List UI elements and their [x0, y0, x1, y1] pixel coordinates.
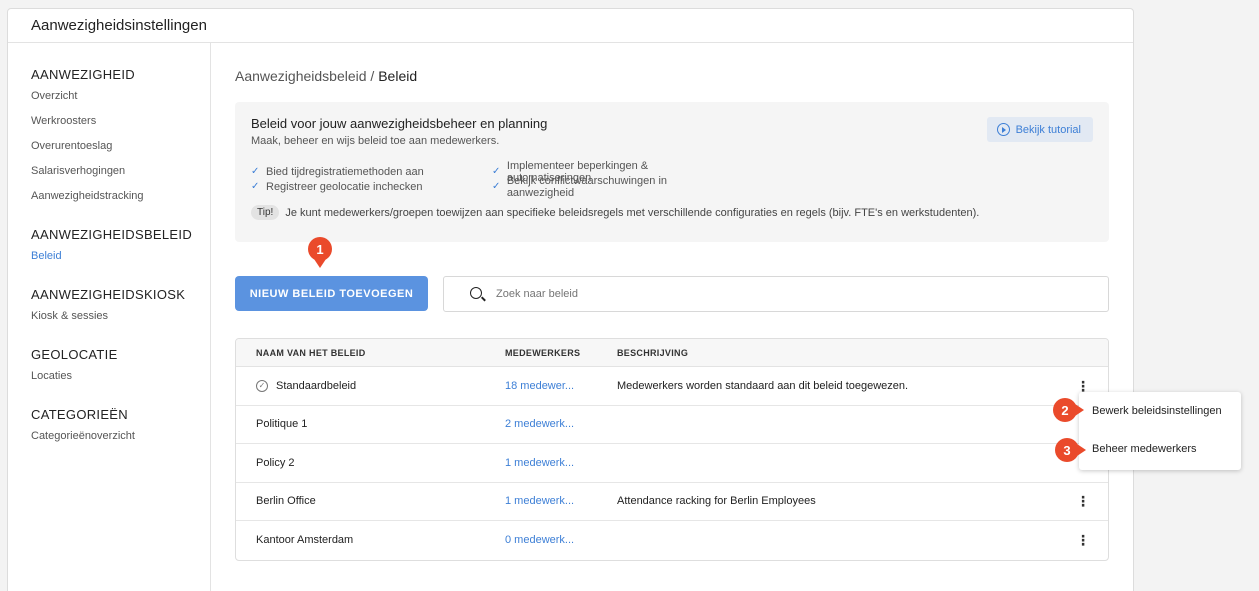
- tip-badge: Tip!: [251, 205, 280, 220]
- search-box[interactable]: [443, 276, 1109, 312]
- tip-text: Je kunt medewerkers/groepen toewijzen aa…: [285, 206, 980, 219]
- sidebar-item-werkroosters[interactable]: Werkroosters: [31, 114, 210, 139]
- feature-checklist: ✓ Bied tijdregistratiemethoden aan ✓ Regis…: [251, 160, 1093, 199]
- step-marker-2: 2: [1053, 398, 1084, 422]
- tutorial-label: Bekijk tutorial: [1015, 123, 1081, 136]
- step-marker-1: 1: [308, 237, 332, 268]
- employees-link[interactable]: 1 medewerk...: [486, 495, 617, 507]
- policy-description: Medewerkers worden standaard aan dit bel…: [617, 379, 909, 392]
- action-row: NIEUW BELEID TOEVOEGEN: [235, 276, 1110, 312]
- employees-link[interactable]: 0 medewerk...: [486, 534, 617, 546]
- table-row[interactable]: Policy 2 1 medewerk...: [236, 444, 1108, 483]
- sidebar-group-kiosk: AANWEZIGHEIDSKIOSK Kiosk & sessies: [31, 287, 210, 334]
- table-row[interactable]: Politique 1 2 medewerk...: [236, 406, 1108, 444]
- check-item: ✓ Bied tijdregistratiemethoden aan: [251, 164, 492, 179]
- sidebar-item-beleid[interactable]: Beleid: [31, 249, 210, 274]
- policy-name: Standaardbeleid: [276, 379, 357, 392]
- checkmark-icon: ✓: [492, 166, 501, 177]
- check-label: Bied tijdregistratiemethoden aan: [266, 165, 424, 178]
- table-row[interactable]: Berlin Office 1 medewerk... Attendance r…: [236, 483, 1108, 521]
- search-input[interactable]: [496, 288, 896, 300]
- sidebar-item-overzicht[interactable]: Overzicht: [31, 89, 210, 114]
- menu-item-manage-employees[interactable]: Beheer medewerkers: [1079, 430, 1241, 468]
- policy-name-cell: ✓ Standaardbeleid: [236, 379, 486, 392]
- sidebar-heading: AANWEZIGHEIDSKIOSK: [31, 287, 186, 302]
- checkmark-icon: ✓: [251, 166, 260, 177]
- tip-row: Tip! Je kunt medewerkers/groepen toewijz…: [251, 205, 1093, 220]
- new-policy-button[interactable]: NIEUW BELEID TOEVOEGEN: [235, 276, 428, 311]
- sidebar-item-kiosk[interactable]: Kiosk & sessies: [31, 309, 210, 334]
- policy-name: Berlin Office: [256, 495, 316, 508]
- policy-name: Politique 1: [256, 418, 308, 431]
- more-options-icon[interactable]: ⋮: [1076, 533, 1090, 547]
- employees-link[interactable]: 2 medewerk...: [486, 418, 617, 430]
- info-title: Beleid voor jouw aanwezigheidsbeheer en …: [251, 116, 548, 131]
- breadcrumb-current: Beleid: [378, 68, 418, 84]
- main-content: Aanwezigheidsbeleid / Beleid Beleid voor…: [235, 43, 1110, 561]
- sidebar: AANWEZIGHEID Overzicht Werkroosters Over…: [8, 43, 211, 591]
- search-icon: [470, 287, 482, 299]
- tutorial-button[interactable]: Bekijk tutorial: [986, 117, 1093, 142]
- more-options-icon[interactable]: ⋮: [1076, 379, 1090, 393]
- sidebar-item-categorieenoverzicht[interactable]: Categorieënoverzicht: [31, 429, 210, 454]
- sidebar-item-locaties[interactable]: Locaties: [31, 369, 210, 394]
- check-item: ✓ Bekijk conflictwaarschuwingen in aanwez…: [492, 175, 733, 199]
- sidebar-group-aanwezigheid: AANWEZIGHEID Overzicht Werkroosters Over…: [31, 67, 210, 214]
- checkmark-icon: ✓: [251, 181, 260, 192]
- policy-table: NAAM VAN HET BELEID MEDEWERKERS BESCHRIJ…: [235, 338, 1109, 561]
- row-context-menu: Bewerk beleidsinstellingen Beheer medewe…: [1079, 392, 1241, 470]
- checklist-column: ✓ Bied tijdregistratiemethoden aan ✓ Regis…: [251, 164, 492, 194]
- play-circle-icon: [996, 123, 1010, 136]
- check-label: Registreer geolocatie inchecken: [266, 180, 423, 193]
- employees-link[interactable]: 18 medewer...: [486, 380, 617, 392]
- info-box: Beleid voor jouw aanwezigheidsbeheer en …: [235, 102, 1109, 242]
- breadcrumb: Aanwezigheidsbeleid / Beleid: [235, 68, 1110, 84]
- column-header-employees[interactable]: MEDEWERKERS: [486, 348, 617, 358]
- default-check-icon: ✓: [256, 379, 268, 392]
- sidebar-heading: GEOLOCATIE: [31, 347, 118, 362]
- table-row[interactable]: Kantoor Amsterdam 0 medewerk... ⋮: [236, 521, 1108, 560]
- policy-name: Policy 2: [256, 456, 295, 469]
- sidebar-group-categorieen: CATEGORIEËN Categorieënoverzicht: [31, 407, 210, 454]
- sidebar-item-salarisverhogingen[interactable]: Salarisverhogingen: [31, 164, 210, 189]
- settings-card: Aanwezigheidsinstellingen AANWEZIGHEID O…: [7, 8, 1134, 591]
- column-header-name[interactable]: NAAM VAN HET BELEID: [236, 348, 486, 358]
- sidebar-heading: AANWEZIGHEIDSBELEID: [31, 227, 193, 242]
- sidebar-group-beleid: AANWEZIGHEIDSBELEID Beleid: [31, 227, 210, 274]
- sidebar-heading: AANWEZIGHEID: [31, 67, 135, 82]
- sidebar-item-aanwezigheidstracking[interactable]: Aanwezigheidstracking: [31, 189, 210, 214]
- step-marker-3: 3: [1055, 438, 1086, 462]
- table-row[interactable]: ✓ Standaardbeleid 18 medewer... Medewerk…: [236, 367, 1108, 406]
- window-title: Aanwezigheidsinstellingen: [8, 9, 1133, 43]
- breadcrumb-separator: /: [366, 68, 379, 84]
- sidebar-item-overurentoeslag[interactable]: Overurentoeslag: [31, 139, 210, 164]
- checklist-column: ✓ Implementeer beperkingen & automatiseri…: [492, 160, 733, 199]
- breadcrumb-parent[interactable]: Aanwezigheidsbeleid: [235, 68, 367, 84]
- sidebar-group-geolocatie: GEOLOCATIE Locaties: [31, 347, 210, 394]
- more-options-icon[interactable]: ⋮: [1076, 494, 1090, 508]
- check-item: ✓ Registreer geolocatie inchecken: [251, 179, 492, 194]
- policy-description: Attendance racking for Berlin Employees: [617, 495, 816, 508]
- policy-name: Kantoor Amsterdam: [256, 534, 354, 547]
- info-subtitle: Maak, beheer en wijs beleid toe aan mede…: [251, 135, 500, 147]
- menu-item-edit-policy-settings[interactable]: Bewerk beleidsinstellingen: [1079, 392, 1241, 430]
- table-header: NAAM VAN HET BELEID MEDEWERKERS BESCHRIJ…: [236, 339, 1108, 367]
- check-label: Bekijk conflictwaarschuwingen in aanwezi…: [506, 174, 667, 199]
- sidebar-heading: CATEGORIEËN: [31, 407, 128, 422]
- employees-link[interactable]: 1 medewerk...: [486, 457, 617, 469]
- column-header-description[interactable]: BESCHRIJVING: [617, 348, 1108, 358]
- checkmark-icon: ✓: [492, 181, 501, 192]
